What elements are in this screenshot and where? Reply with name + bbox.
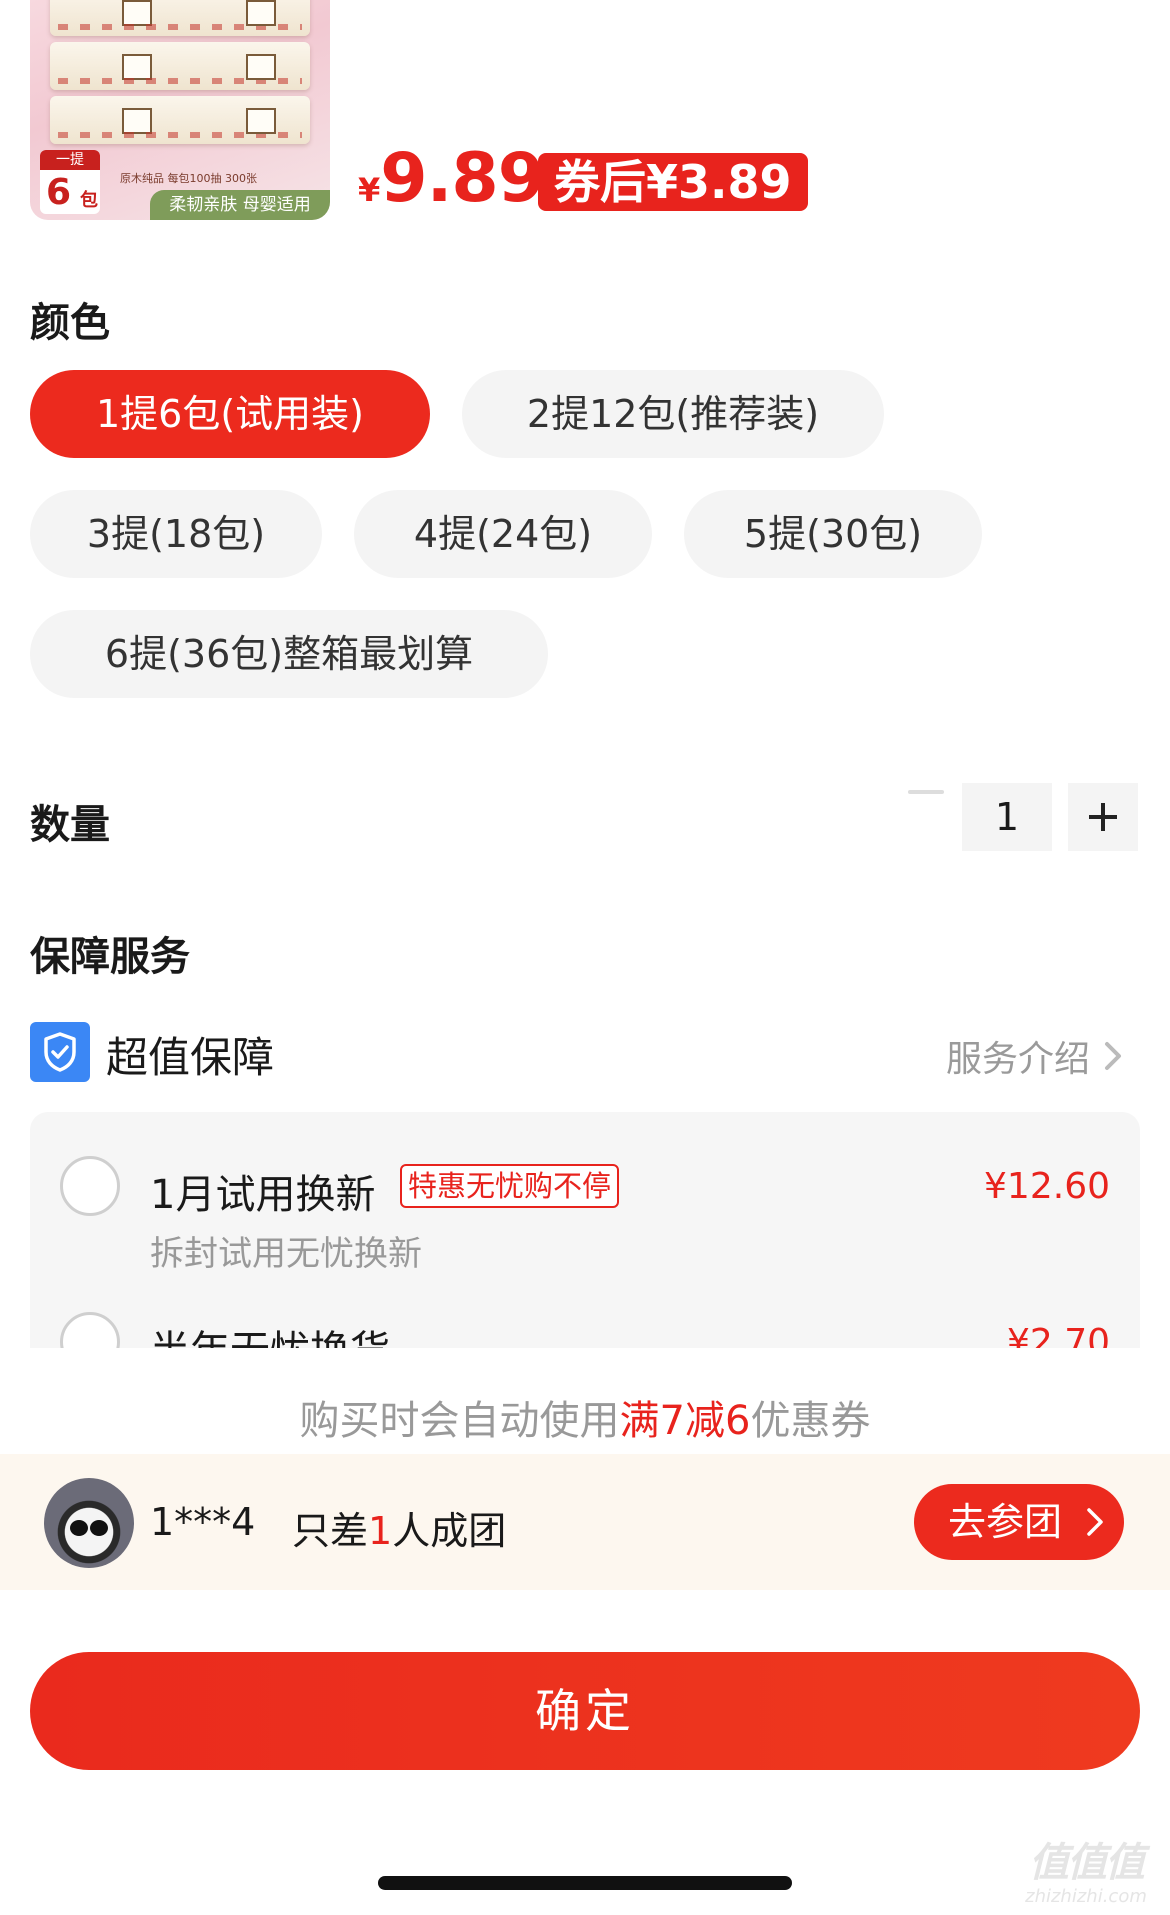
option-price: ¥2.70 (1006, 1322, 1110, 1348)
radio-button[interactable] (60, 1312, 120, 1348)
guarantee-options-panel: 1月试用换新 特惠无忧购不停 ¥12.60 拆封试用无忧换新 半年无忧换货 ¥2… (30, 1112, 1140, 1348)
quantity-title: 数量 (30, 802, 110, 848)
confirm-button[interactable]: 确定 (30, 1652, 1140, 1770)
chevron-right-icon (1087, 1508, 1103, 1536)
badge-unit: 包 (80, 190, 98, 211)
option-chip[interactable]: 3提(18包) (30, 490, 322, 578)
shield-icon (30, 1022, 90, 1082)
option-chip-selected[interactable]: 1提6包(试用装) (30, 370, 430, 458)
color-section-title: 颜色 (30, 300, 110, 346)
tissue-pack-image (50, 0, 310, 36)
quantity-value[interactable]: 1 (962, 783, 1052, 851)
chevron-right-icon[interactable] (1098, 1038, 1128, 1074)
option-chip[interactable]: 2提12包(推荐装) (462, 370, 884, 458)
promo-tag: 特惠无忧购不停 (400, 1164, 620, 1208)
group-user-name: 1***4 (150, 1500, 256, 1544)
coupon-note-suffix: 优惠券 (750, 1398, 871, 1444)
join-group-button[interactable]: 去参团 (914, 1484, 1124, 1560)
coupon-note-highlight: 满7减6 (619, 1398, 751, 1444)
badge-number: 6 (46, 172, 72, 213)
thumb-caption: 原木纯品 每包100抽 300张 (120, 172, 257, 185)
group-missing-count: 1 (368, 1509, 393, 1553)
home-indicator[interactable] (378, 1876, 792, 1890)
option-chip[interactable]: 5提(30包) (684, 490, 982, 578)
thumb-slogan: 柔韧亲肤 母婴适用 (150, 190, 330, 220)
product-thumbnail[interactable]: 一提 6 包 原木纯品 每包100抽 300张 柔韧亲肤 母婴适用 (30, 0, 330, 220)
guarantee-name: 超值保障 (106, 1033, 275, 1082)
option-title: 半年无忧换货 (150, 1318, 390, 1348)
option-chip[interactable]: 6提(36包)整箱最划算 (30, 610, 548, 698)
coupon-note: 购买时会自动使用满7减6优惠券 (0, 1388, 1170, 1446)
option-desc: 拆封试用无忧换新 (150, 1234, 422, 1274)
guarantee-section-title: 保障服务 (30, 934, 190, 980)
price-amount: 9.89 (380, 139, 545, 218)
avatar (44, 1478, 134, 1568)
minus-icon[interactable] (908, 790, 944, 794)
option-chip[interactable]: 4提(24包) (354, 490, 652, 578)
price-currency: ¥ (358, 171, 381, 209)
plus-icon[interactable] (1068, 783, 1138, 851)
radio-button[interactable] (60, 1156, 120, 1216)
group-text-prefix: 只差 (292, 1509, 369, 1553)
group-text-suffix: 人成团 (392, 1509, 507, 1553)
watermark-glyphs: 值值值 (1029, 1840, 1145, 1886)
option-price: ¥12.60 (984, 1166, 1110, 1207)
watermark: 值值值 zhizhizhi.com (1016, 1840, 1156, 1908)
join-group-label: 去参团 (948, 1500, 1063, 1544)
group-status-text: 只差1人成团 (292, 1500, 506, 1555)
group-buy-bar: 1***4 只差1人成团 去参团 (0, 1454, 1170, 1590)
tissue-pack-image (50, 96, 310, 144)
coupon-note-prefix: 购买时会自动使用 (299, 1398, 620, 1444)
coupon-price-badge: 券后¥3.89 (538, 153, 808, 211)
badge-top-label: 一提 (40, 150, 100, 170)
watermark-text: zhizhizhi.com (1025, 1886, 1147, 1907)
product-price: ¥9.89 (358, 145, 545, 213)
option-title: 1月试用换新 (150, 1172, 376, 1218)
tissue-pack-image (50, 42, 310, 90)
pack-count-badge: 一提 6 包 (40, 150, 100, 214)
service-intro-link[interactable]: 服务介绍 (946, 1030, 1090, 1082)
